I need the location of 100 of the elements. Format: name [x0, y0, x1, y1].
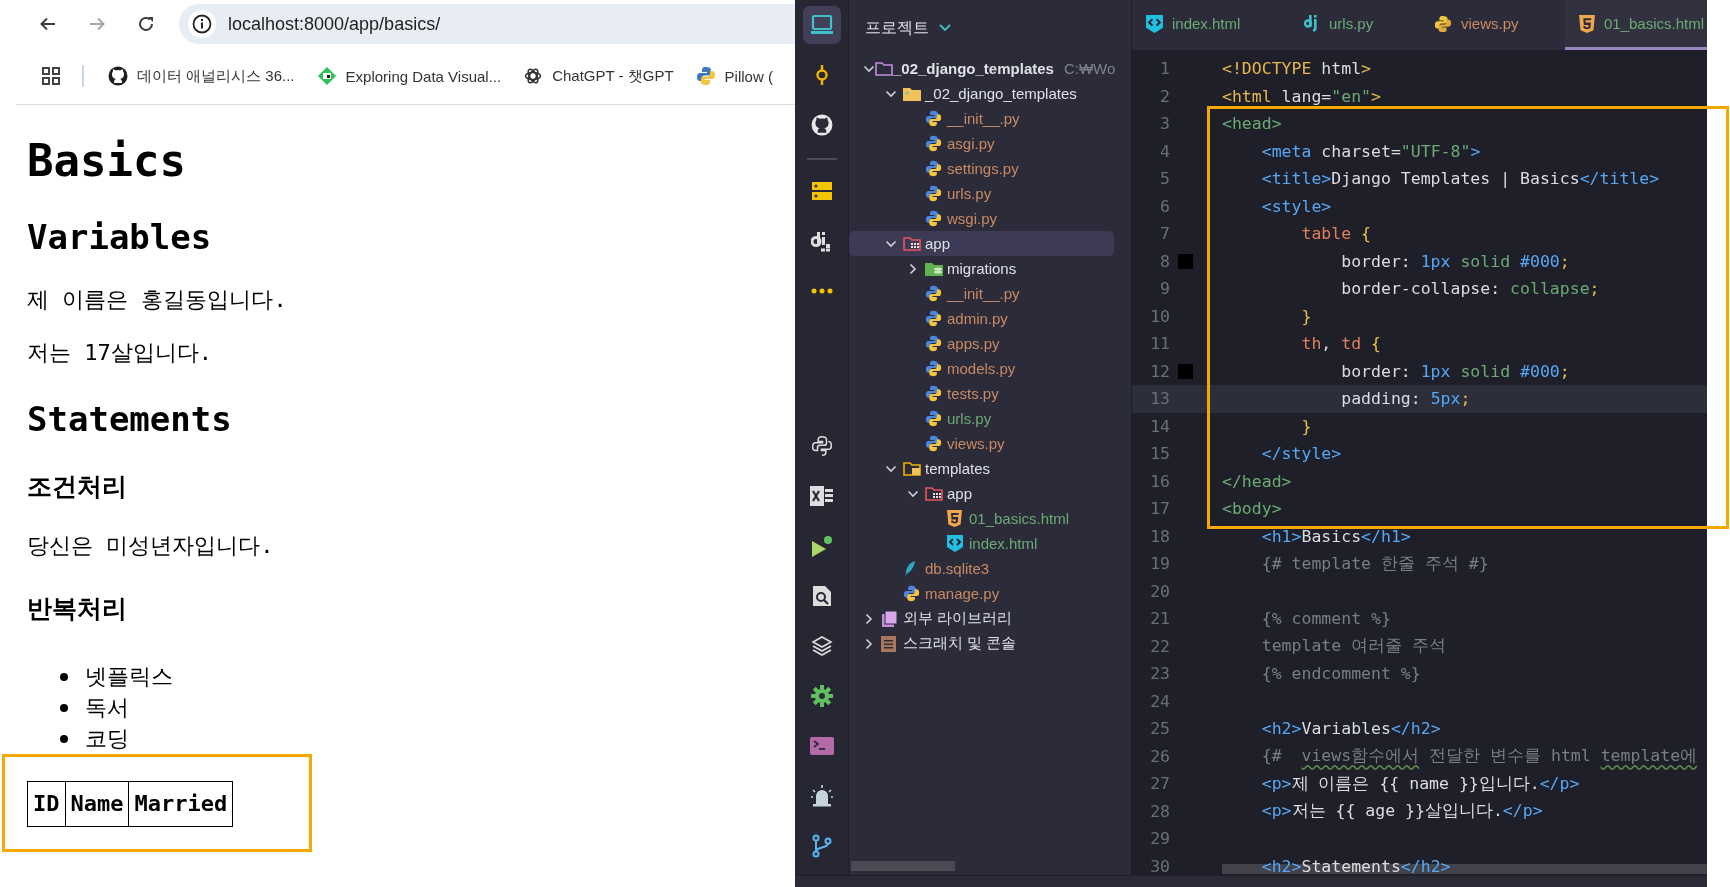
address-bar[interactable]: localhost:8000/app/basics/ [179, 4, 795, 44]
bookmark[interactable]: ChatGPT - 챗GPT [523, 66, 674, 86]
knot-icon [523, 66, 544, 86]
tree-item[interactable]: 01_basics.html [849, 506, 1114, 531]
tool-window-button[interactable] [802, 6, 841, 44]
tree-item[interactable]: apps.py [849, 331, 1114, 356]
tree-item[interactable]: urls.py [849, 406, 1114, 431]
tree-item[interactable]: 스크래치 및 콘솔 [849, 631, 1114, 656]
folder-icon [903, 86, 921, 101]
line-number: 9 [1159, 279, 1170, 299]
tree-item[interactable]: migrations [849, 256, 1114, 281]
tree-item[interactable]: admin.py [849, 306, 1114, 331]
tree-item[interactable]: urls.py [849, 181, 1114, 206]
line-number: 7 [1159, 224, 1170, 244]
python-icon [695, 66, 716, 86]
code-line: <body> [1222, 499, 1282, 519]
code-line: {# template 한줄 주석 #} [1260, 552, 1489, 575]
tree-item[interactable]: index.html [849, 531, 1114, 556]
chevron-right-icon[interactable] [863, 612, 875, 625]
python-icon [925, 435, 942, 452]
line-number: 30 [1149, 856, 1170, 875]
bookmark[interactable]: Exploring Data Visual... [316, 66, 502, 86]
branch-icon [811, 834, 832, 858]
line-number: 8 [1159, 251, 1170, 271]
tree-item[interactable]: 외부 라이브러리 [849, 606, 1114, 631]
bookmark[interactable]: 데이터 애널리시스 36... [108, 66, 295, 86]
tree-item[interactable]: __init__.py [849, 281, 1114, 306]
line-number: 23 [1149, 664, 1170, 684]
tree-item[interactable]: manage.py [849, 581, 1114, 606]
tree-item[interactable]: app [849, 481, 1114, 506]
alarm-light-icon [809, 784, 834, 808]
code-line: <html lang="en"> [1222, 86, 1381, 106]
tree-item[interactable]: _02_django_templates [849, 81, 1114, 106]
python-icon [1434, 14, 1452, 33]
file-tab[interactable]: urls.py [1290, 0, 1420, 50]
code-line: <p>저는 {{ age }}살입니다.</p> [1260, 800, 1543, 823]
notes-icon [881, 635, 896, 652]
tree-item[interactable]: asgi.py [849, 131, 1114, 156]
python-icon [925, 210, 942, 227]
table-header-cell: ID [27, 781, 65, 827]
panel-title[interactable]: 프로젝트 [865, 17, 929, 39]
list-item: 코딩 [85, 724, 129, 753]
cat-logo-icon [810, 114, 833, 136]
bookmark-icon [316, 66, 337, 86]
paragraph: 저는 17살입니다. [27, 339, 213, 367]
line-number: 2 [1159, 86, 1170, 106]
file-tab[interactable]: views.py [1420, 0, 1565, 50]
code-line: <h1>Basics</h1> [1260, 526, 1411, 546]
path-hint: C:₩Wo [1063, 60, 1116, 77]
chevron-right-icon[interactable] [863, 637, 875, 650]
code-line: {% comment %} [1260, 609, 1391, 629]
tree-item[interactable]: _02_django_templates C:₩Wo [849, 56, 1114, 81]
python-icon [925, 310, 942, 327]
arrow-left-icon [39, 15, 57, 33]
folder-database-icon [925, 261, 943, 276]
chevron-right-icon[interactable] [907, 262, 919, 275]
file-tab[interactable]: index.html [1132, 0, 1290, 50]
bullet-icon [60, 703, 68, 712]
line-number: 12 [1149, 361, 1170, 381]
apps-icon[interactable] [42, 67, 60, 85]
python-icon [925, 410, 942, 427]
chevron-down-icon[interactable] [939, 24, 951, 32]
bookmark[interactable]: Pillow ( [695, 66, 773, 86]
line-number: 10 [1149, 306, 1170, 326]
code-line: {% endcomment %} [1260, 664, 1421, 684]
python-icon [925, 360, 942, 377]
subsection-heading: 반복처리 [27, 593, 128, 625]
code-line: <style> [1260, 196, 1332, 216]
django-icon [1304, 14, 1320, 33]
scrollbar-thumb[interactable] [851, 861, 955, 871]
tree-item[interactable]: views.py [849, 431, 1114, 456]
folder-grid-icon [903, 236, 921, 251]
tree-item[interactable]: app [849, 231, 1114, 256]
line-number: 14 [1149, 416, 1170, 436]
list-item: 넷플릭스 [85, 662, 173, 691]
line-number: 13 [1149, 389, 1170, 409]
code-line: template 여러줄 주석 [1260, 635, 1447, 658]
line-number: 1 [1159, 59, 1170, 79]
line-number: 27 [1149, 774, 1170, 794]
tree-item[interactable]: __init__.py [849, 106, 1114, 131]
file-tab[interactable]: 01_basics.html [1565, 0, 1707, 50]
django-icon [810, 230, 833, 252]
tree-item[interactable]: settings.py [849, 156, 1114, 181]
python-icon [925, 385, 942, 402]
tree-item[interactable]: models.py [849, 356, 1114, 381]
code-line: <meta charset="UTF-8"> [1260, 141, 1481, 161]
tree-item[interactable]: tests.py [849, 381, 1114, 406]
code-line: <title>Django Templates | Basics</title> [1260, 169, 1660, 189]
line-number: 19 [1149, 554, 1170, 574]
tree-item[interactable]: templates [849, 456, 1114, 481]
tree-item[interactable]: wsgi.py [849, 206, 1114, 231]
tree-item[interactable]: db.sqlite3 [849, 556, 1114, 581]
laptop-icon [809, 14, 834, 36]
code-line: border: 1px solid #000; [1340, 361, 1570, 381]
info-icon[interactable] [188, 10, 216, 38]
python-icon [810, 435, 833, 457]
feather-icon [903, 559, 917, 578]
file-search-icon [811, 585, 832, 607]
code-line: {# views함수에서 전달한 변수를 html template에 [1260, 745, 1698, 768]
terminal-icon [809, 737, 834, 755]
